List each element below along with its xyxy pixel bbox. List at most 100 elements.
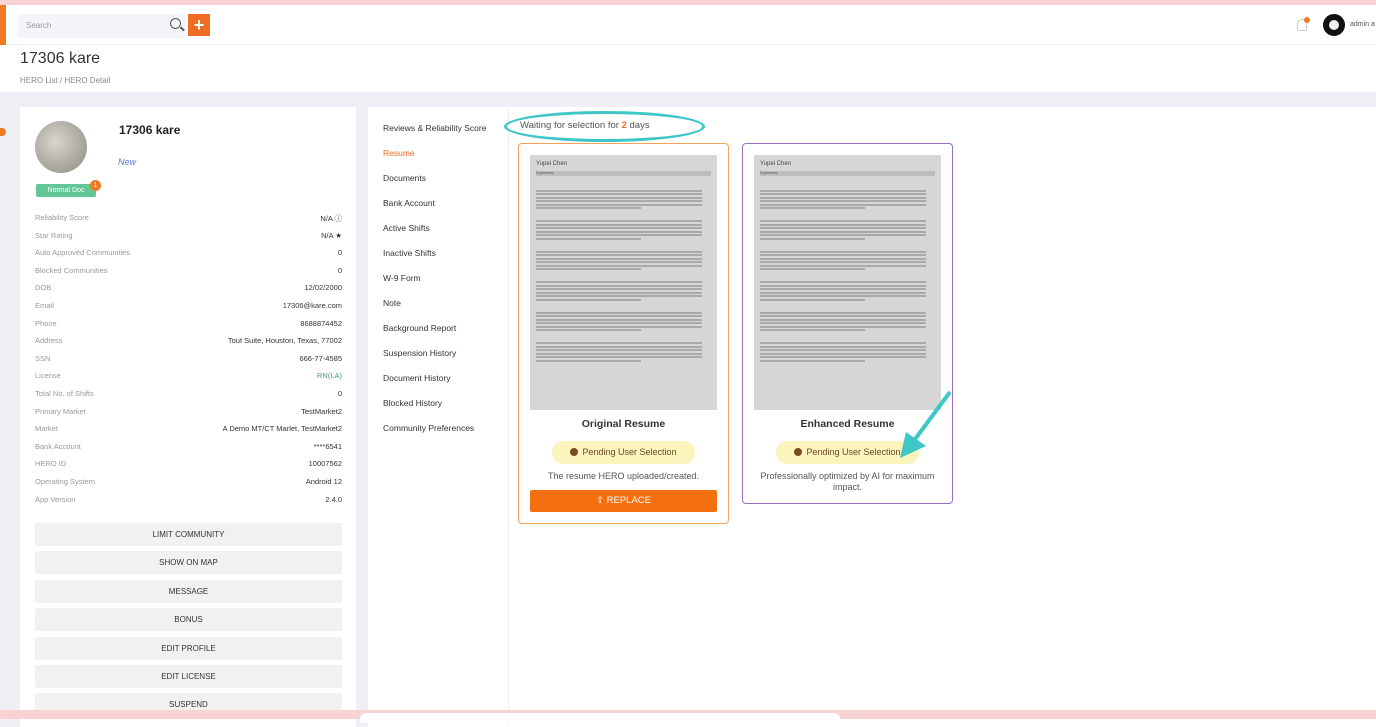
field-row: Total No. of Shifts 0 xyxy=(35,389,342,407)
field-label: Primary Market xyxy=(35,406,86,416)
status-text: Pending User Selection xyxy=(806,447,901,457)
detail-nav: Reviews & Reliability Score Resume Documen… xyxy=(368,107,509,727)
field-row: Primary Market TestMarket2 xyxy=(35,407,342,425)
field-label: SSN xyxy=(35,353,51,363)
nav-item-document-history[interactable]: Document History xyxy=(383,373,451,383)
field-row: App Version 2.4.0 xyxy=(35,495,342,513)
user-name[interactable]: admin a xyxy=(1350,21,1375,28)
waiting-text: Waiting for selection for 2 days xyxy=(520,120,650,131)
card-title: Original Resume xyxy=(581,418,666,430)
action-buttons: LIMIT COMMUNITY SHOW ON MAP MESSAGE BONUS ED… xyxy=(35,523,342,722)
profile-name: 17306 kare xyxy=(119,123,181,137)
nav-item-w-9-form[interactable]: W-9 Form xyxy=(383,273,421,283)
waiting-suffix: days xyxy=(626,120,650,131)
clock-icon xyxy=(794,448,803,456)
field-value: N/A ★ xyxy=(321,230,342,240)
waiting-prefix: Waiting for selection for xyxy=(520,120,622,131)
nav-item-blocked-history[interactable]: Blocked History xyxy=(383,398,442,408)
edit-license-button[interactable]: EDIT LICENSE xyxy=(35,664,342,688)
profile-photo xyxy=(35,121,87,173)
bonus-button[interactable]: BONUS xyxy=(35,608,342,632)
field-label: App Version xyxy=(35,494,76,504)
preview-section: Experience xyxy=(536,171,711,176)
field-label: License xyxy=(35,371,61,381)
nav-item-resume[interactable]: Resume xyxy=(383,148,415,158)
field-value: 17306@kare.com xyxy=(282,300,342,310)
nav-item-inactive-shifts[interactable]: Inactive Shifts xyxy=(383,248,436,258)
field-row: Market A Demo MT/CT Marlet, TestMarket2 xyxy=(35,424,342,442)
bottom-bar xyxy=(360,713,840,723)
card-description: The resume HERO uploaded/created. xyxy=(547,471,700,481)
field-row: Star Rating N/A ★ xyxy=(35,231,342,249)
avatar[interactable] xyxy=(1323,14,1345,36)
replace-label: REPLACE xyxy=(606,495,651,506)
field-label: Operating System xyxy=(35,476,96,486)
field-row: Phone 8688874452 xyxy=(35,319,342,337)
limit-community-button[interactable]: LIMIT COMMUNITY xyxy=(35,523,342,546)
field-row: SSN 666-77-4585 xyxy=(35,354,342,372)
field-value: 8688874452 xyxy=(300,318,342,328)
breadcrumb[interactable]: HERO List / HERO Detail xyxy=(20,76,110,85)
field-row: Address Tout Suite, Houston, Texas, 77002 xyxy=(35,336,342,354)
preview-name: Yupei Chen xyxy=(536,161,568,167)
doc-count-badge: 1 xyxy=(90,180,101,191)
nav-item-bank-account[interactable]: Bank Account xyxy=(383,198,435,208)
field-row: Reliability Score N/A ⓘ xyxy=(35,213,342,231)
field-label: Address xyxy=(35,336,63,346)
doc-badge[interactable]: Normal Doc xyxy=(36,184,96,197)
field-row: Bank Account ****6541 xyxy=(35,442,342,460)
nav-item-documents[interactable]: Documents xyxy=(383,173,426,183)
field-label: Blocked Communities xyxy=(35,265,108,275)
nav-item-suspension-history[interactable]: Suspension History xyxy=(383,348,456,358)
field-value: 2.4.0 xyxy=(325,494,342,504)
nav-item-active-shifts[interactable]: Active Shifts xyxy=(383,223,430,233)
field-value: RN(LA) xyxy=(316,371,342,381)
nav-item-background-report[interactable]: Background Report xyxy=(383,323,456,333)
field-label: Bank Account xyxy=(35,441,81,451)
clock-icon xyxy=(570,448,579,456)
annotation-arrow-icon xyxy=(900,390,952,458)
field-label: Star Rating xyxy=(35,230,73,240)
preview-section: Experience xyxy=(760,171,935,176)
field-label: DOB xyxy=(35,283,52,293)
field-value: 0 xyxy=(337,248,342,258)
field-row: Email 17306@kare.com xyxy=(35,301,342,319)
show-on-map-button[interactable]: SHOW ON MAP xyxy=(35,551,342,575)
field-value: 0 xyxy=(337,388,342,398)
logo: + xyxy=(188,14,210,36)
nav-item-reviews-reliability-score[interactable]: Reviews & Reliability Score xyxy=(383,123,486,133)
profile-fields: Reliability Score N/A ⓘ Star Rating N/A ★ Au… xyxy=(35,213,342,512)
status-badge: New xyxy=(118,157,137,167)
replace-button[interactable]: ⇪ REPLACE xyxy=(530,490,717,512)
page-title: 17306 kare xyxy=(20,50,101,67)
original-resume-card[interactable]: Yupei Chen Experience Original Resume Pen… xyxy=(518,143,729,524)
field-row: License RN(LA) xyxy=(35,371,342,389)
edit-profile-button[interactable]: EDIT PROFILE xyxy=(35,636,342,660)
field-value: Tout Suite, Houston, Texas, 77002 xyxy=(227,336,342,346)
field-value: ****6541 xyxy=(313,441,342,451)
field-value: 666-77-4585 xyxy=(299,353,342,363)
search-input[interactable]: Search xyxy=(18,14,186,38)
nav-item-community-preferences[interactable]: Community Preferences xyxy=(383,423,474,433)
field-value: N/A ⓘ xyxy=(320,214,342,223)
field-row: Auto Approved Communities 0 xyxy=(35,248,342,266)
field-row: HERO ID 10007562 xyxy=(35,459,342,477)
field-value: TestMarket2 xyxy=(301,406,342,416)
field-label: HERO ID xyxy=(35,459,67,469)
resume-preview[interactable]: Yupei Chen Experience xyxy=(530,155,717,410)
field-row: Blocked Communities 0 xyxy=(35,266,342,284)
field-value: Android 12 xyxy=(305,476,342,486)
field-row: Operating System Android 12 xyxy=(35,477,342,495)
message-button[interactable]: MESSAGE xyxy=(35,579,342,603)
nav-item-note[interactable]: Note xyxy=(383,298,401,308)
sidebar-toggle[interactable] xyxy=(0,5,6,45)
sidebar-badge xyxy=(0,128,6,136)
main-panel: Reviews & Reliability Score Resume Documen… xyxy=(368,107,1376,727)
field-label: Reliability Score xyxy=(35,213,89,222)
status-pill: Pending User Selection xyxy=(552,441,695,464)
search-icon[interactable] xyxy=(170,18,181,29)
field-value: 0 xyxy=(337,265,342,275)
profile-card: 17306 kare New Normal Doc 1 Reliability … xyxy=(20,107,356,727)
resume-preview[interactable]: Yupei Chen Experience xyxy=(754,155,941,410)
field-row: DOB 12/02/2000 xyxy=(35,283,342,301)
